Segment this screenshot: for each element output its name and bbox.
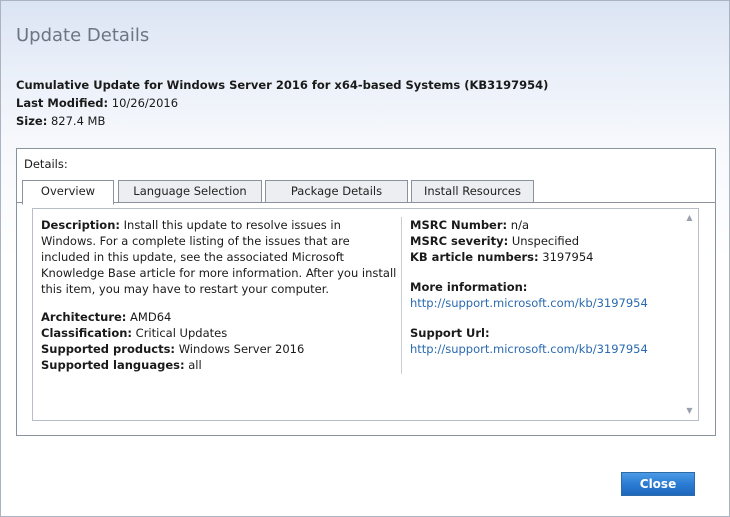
- scroll-up-icon[interactable]: ▲: [681, 211, 698, 225]
- update-name: Cumulative Update for Windows Server 201…: [16, 78, 549, 92]
- details-label: Details:: [24, 157, 68, 171]
- supported-languages: Supported languages: all: [41, 358, 202, 372]
- dialog-title: Update Details: [16, 25, 150, 46]
- details-tabs: Overview Language Selection Package Deta…: [22, 180, 702, 205]
- architecture: Architecture: AMD64: [41, 310, 172, 324]
- vertical-scrollbar[interactable]: ▲ ▼: [681, 209, 698, 420]
- overview-left-column: Description: Install this update to reso…: [41, 217, 397, 373]
- tab-overview[interactable]: Overview: [22, 180, 114, 205]
- description: Description: Install this update to reso…: [41, 218, 397, 296]
- supported-products: Supported products: Windows Server 2016: [41, 342, 305, 356]
- classification: Classification: Critical Updates: [41, 326, 228, 340]
- update-size: Size: 827.4 MB: [16, 114, 106, 128]
- tab-language-selection[interactable]: Language Selection: [118, 180, 262, 203]
- tab-install-resources[interactable]: Install Resources: [411, 180, 534, 203]
- more-information-link[interactable]: http://support.microsoft.com/kb/3197954: [410, 296, 648, 310]
- support-url-link[interactable]: http://support.microsoft.com/kb/3197954: [410, 342, 648, 356]
- scroll-down-icon[interactable]: ▼: [681, 404, 698, 418]
- msrc-severity: MSRC severity: Unspecified: [410, 234, 580, 248]
- overview-right-column: MSRC Number: n/a MSRC severity: Unspecif…: [410, 217, 680, 357]
- close-button[interactable]: Close: [621, 472, 695, 496]
- tab-package-details[interactable]: Package Details: [265, 180, 408, 203]
- more-information-label: More information:: [410, 280, 528, 294]
- last-modified: Last Modified: 10/26/2016: [16, 96, 179, 110]
- details-group: Details: Overview Language Selection Pac…: [16, 148, 716, 436]
- msrc-number: MSRC Number: n/a: [410, 218, 529, 232]
- support-url-label: Support Url:: [410, 326, 490, 340]
- column-divider: [401, 217, 402, 374]
- kb-article-numbers: KB article numbers: 3197954: [410, 250, 594, 264]
- update-details-dialog: Update Details Cumulative Update for Win…: [0, 0, 730, 517]
- overview-panel: Description: Install this update to reso…: [32, 208, 699, 421]
